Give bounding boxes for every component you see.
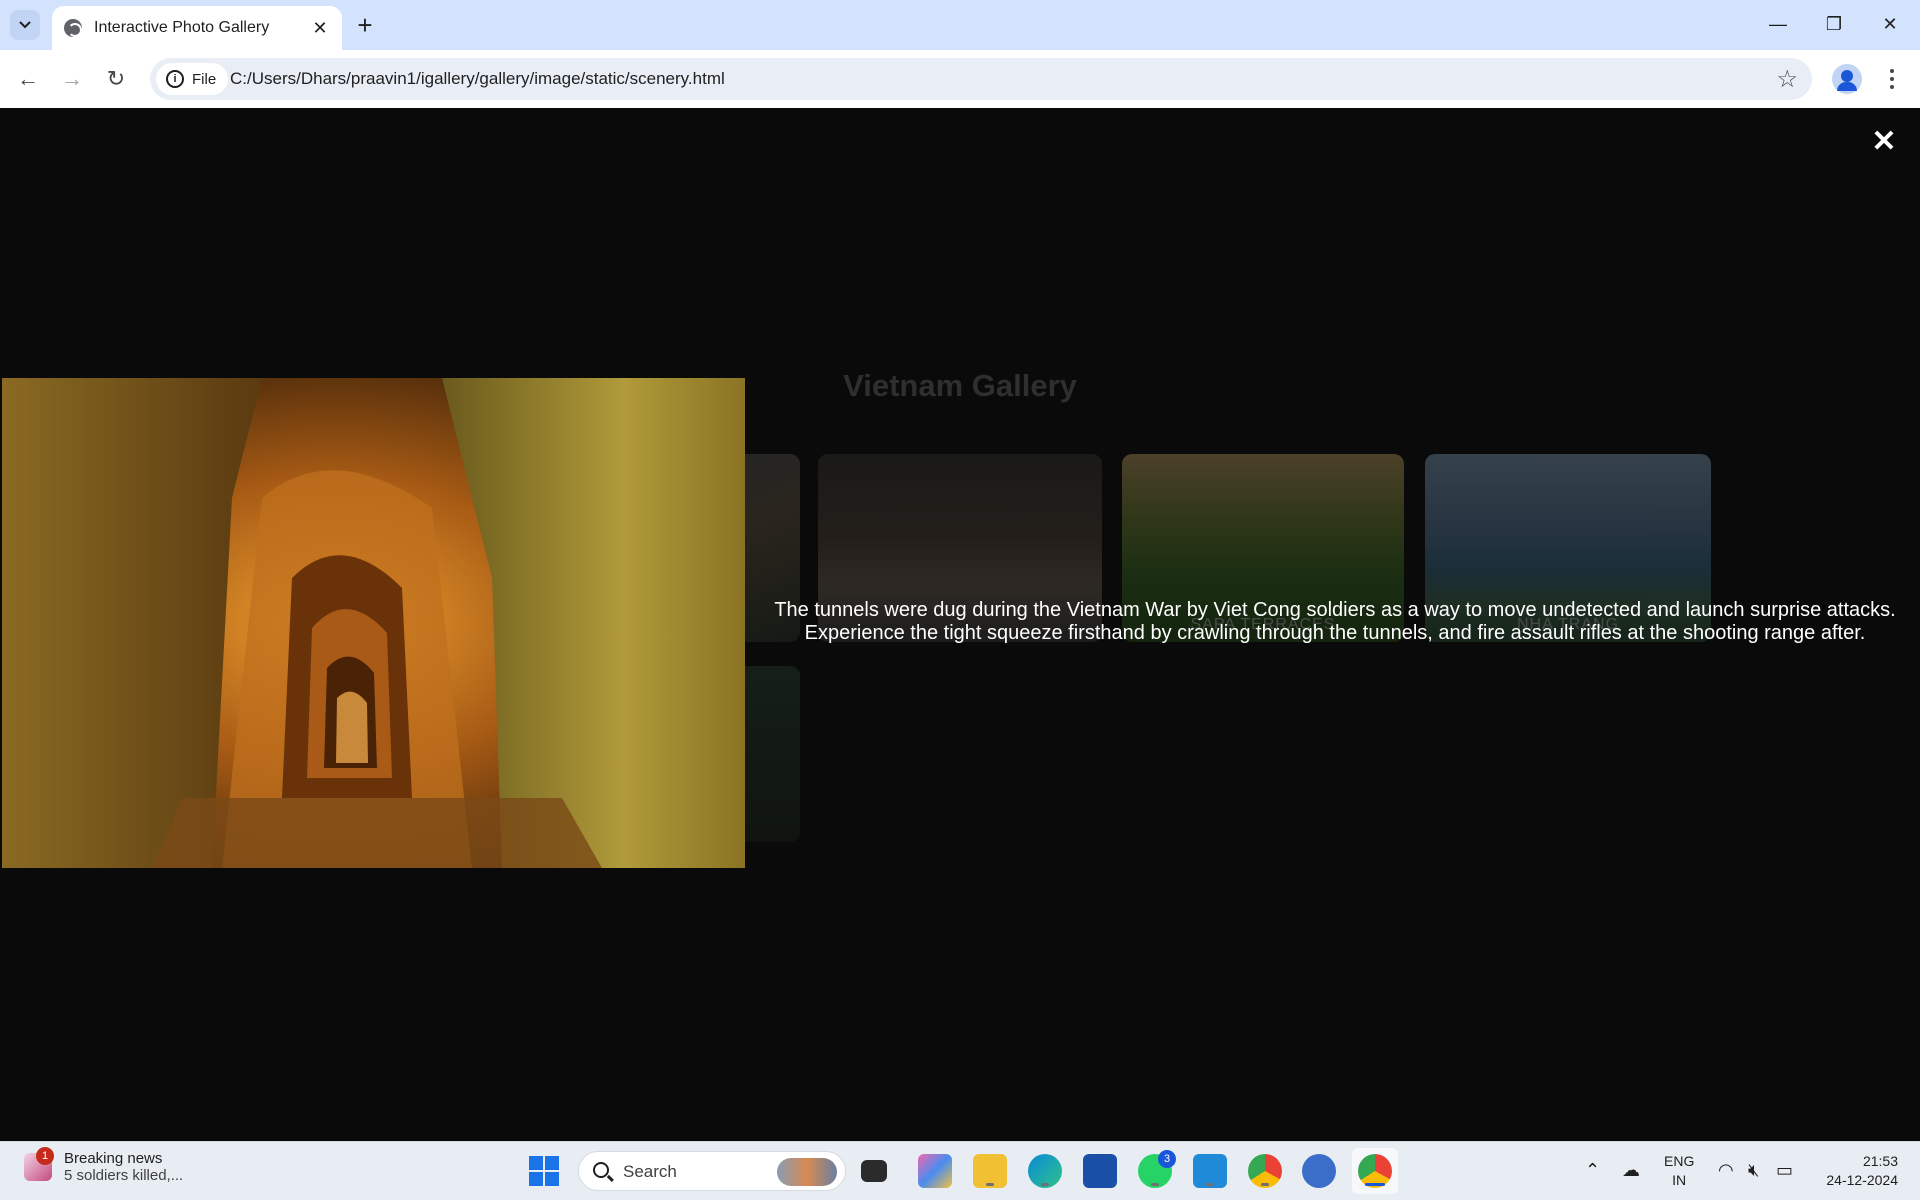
chrome-active-icon[interactable] (1358, 1154, 1392, 1188)
copilot-icon[interactable] (918, 1154, 952, 1188)
edge-icon[interactable] (1028, 1154, 1062, 1188)
whatsapp-badge: 3 (1158, 1150, 1176, 1168)
windows-icon (529, 1156, 559, 1186)
tab-title: Interactive Photo Gallery (94, 19, 270, 36)
page-viewport: Vietnam Gallery SAPA TERRACES NHA TRANG (0, 108, 1920, 1141)
news-subtitle: 5 soldiers killed,... (64, 1167, 184, 1184)
close-window-button[interactable]: ✕ (1870, 6, 1910, 42)
onedrive-icon[interactable]: ☁ (1622, 1160, 1640, 1181)
search-icon (593, 1162, 609, 1178)
clock-time: 21:53 (1862, 1153, 1898, 1169)
lightbox-description: The tunnels were dug during the Vietnam … (774, 599, 1896, 644)
start-button[interactable] (527, 1154, 561, 1188)
vscode-icon[interactable] (1193, 1154, 1227, 1188)
taskbar-search[interactable]: Search (578, 1151, 846, 1191)
info-icon: i (166, 70, 184, 88)
globe-icon (64, 19, 82, 37)
minimize-button[interactable]: — (1758, 6, 1798, 42)
forward-button[interactable]: → (54, 61, 90, 97)
task-view-icon[interactable] (861, 1160, 887, 1182)
taskbar: 1 Breaking news 5 soldiers killed,... Se… (0, 1141, 1920, 1200)
url-text[interactable]: C:/Users/Dhars/praavin1/igallery/gallery… (230, 69, 725, 89)
lightbox-close-icon[interactable]: ✕ (1868, 125, 1900, 158)
chevron-up-icon[interactable]: ⌃ (1585, 1160, 1600, 1181)
search-highlight-image (777, 1158, 837, 1186)
news-title: Breaking news (64, 1150, 163, 1167)
language-indicator[interactable]: ENG IN (1664, 1152, 1694, 1190)
tab-search-button[interactable] (10, 10, 40, 40)
restore-button[interactable]: ❐ (1814, 6, 1854, 42)
chrome-icon[interactable] (1248, 1154, 1282, 1188)
file-explorer-icon[interactable] (973, 1154, 1007, 1188)
address-bar[interactable]: i File C:/Users/Dhars/praavin1/igallery/… (150, 58, 1812, 100)
search-placeholder: Search (623, 1162, 677, 1181)
chevron-down-icon (19, 21, 31, 29)
reload-button[interactable]: ↻ (98, 61, 134, 97)
profile-avatar[interactable] (1832, 64, 1862, 94)
wifi-icon[interactable]: ◠ (1718, 1160, 1734, 1181)
store-icon[interactable] (1083, 1154, 1117, 1188)
file-chip-label: File (192, 70, 217, 88)
person-icon (1841, 70, 1853, 82)
globe-app-icon[interactable] (1302, 1154, 1336, 1188)
close-tab-icon[interactable]: ✕ (308, 16, 332, 40)
news-badge: 1 (36, 1147, 54, 1165)
browser-toolbar: ← → ↻ i File C:/Users/Dhars/praavin1/iga… (0, 50, 1920, 108)
clock[interactable]: 21:53 24-12-2024 (1818, 1152, 1898, 1190)
new-tab-button[interactable]: + (352, 10, 378, 40)
news-widget[interactable]: 1 Breaking news 5 soldiers killed,... (24, 1147, 184, 1184)
tab-strip: Interactive Photo Gallery ✕ + — ❐ ✕ (0, 0, 1920, 50)
lightbox-image (2, 378, 745, 868)
speaker-muted-icon[interactable]: 🔇︎ (1748, 1160, 1759, 1181)
back-button[interactable]: ← (10, 61, 46, 97)
battery-icon[interactable]: ▭ (1776, 1160, 1793, 1181)
news-icon: 1 (24, 1147, 54, 1181)
whatsapp-icon[interactable]: 3 (1138, 1150, 1176, 1188)
active-tab[interactable]: Interactive Photo Gallery ✕ (52, 6, 342, 50)
clock-date: 24-12-2024 (1826, 1172, 1898, 1188)
bookmark-star-icon[interactable]: ☆ (1776, 65, 1798, 94)
site-info-chip[interactable]: i File (156, 63, 229, 95)
browser-menu-icon[interactable] (1880, 64, 1904, 94)
